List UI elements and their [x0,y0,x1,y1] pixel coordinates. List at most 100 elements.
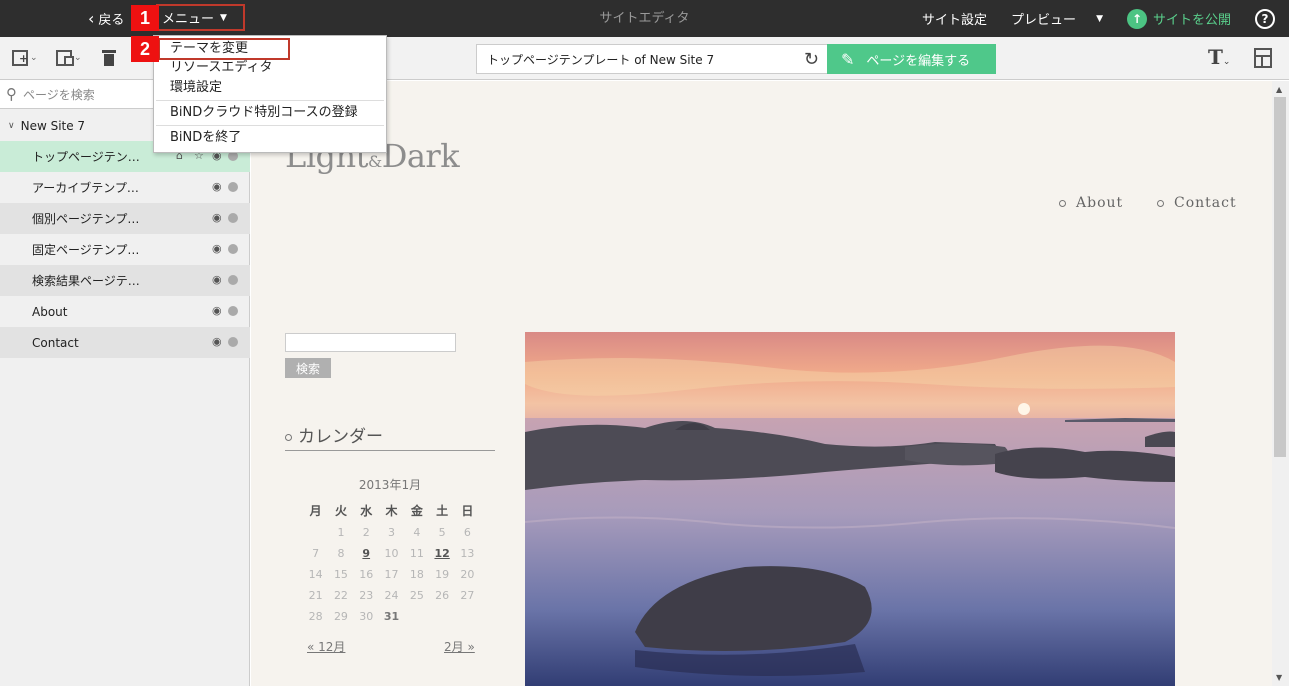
calendar-day: 27 [460,589,475,602]
calendar-day: 19 [435,568,450,581]
page-item-about[interactable]: About ◉ [0,296,250,327]
calendar-day: 4 [413,526,421,539]
status-dot [228,213,238,223]
calendar-day: 16 [359,568,374,581]
calendar-next-link[interactable]: 2月 » [444,638,475,655]
help-icon[interactable]: ? [1255,8,1275,29]
chevron-down-icon: ▼ [220,12,227,23]
reload-icon[interactable]: ↻ [804,49,819,70]
calendar-day: 3 [388,526,396,539]
calendar-day: 23 [359,589,374,602]
page-address-field[interactable]: トップページテンプレート of New Site 7 ↻ [476,44,828,74]
menu-item-resource-editor[interactable]: リソースエディタ [154,59,386,77]
calendar-day: 17 [384,568,399,581]
preview-scrollbar[interactable]: ▲ ▼ [1272,81,1289,686]
calendar-day: 13 [460,547,475,560]
nav-item-contact[interactable]: Contact [1157,195,1237,211]
circle-bullet-icon [285,434,292,441]
site-settings-label: サイト設定 [922,13,988,28]
calendar-heading-text: カレンダー [298,427,383,447]
weekday: 木 [385,504,398,518]
menu-divider [156,100,384,101]
status-dot [228,306,238,316]
menu-item-quit[interactable]: BiNDを終了 [154,127,386,149]
annotation-badge-2: 2 [131,36,159,62]
calendar-day-link[interactable]: 9 [354,543,379,564]
preview-search-input[interactable] [285,333,456,352]
circle-bullet-icon [1059,199,1066,207]
eye-icon[interactable]: ◉ [212,335,222,348]
chevron-down-icon: ⌄ [1222,57,1231,67]
text-icon: T [1208,45,1223,69]
calendar-day: 14 [308,568,323,581]
calendar-prev-link[interactable]: « 12月 [307,638,345,655]
eye-icon[interactable]: ◉ [212,211,222,224]
menu-label: メニュー [162,12,215,27]
page-search-input[interactable]: ⚲ ページを検索 [0,80,160,109]
sunset-seascape-image [525,332,1175,686]
preview-button[interactable]: プレビュー ▼ [1011,9,1103,28]
calendar-day: 8 [337,547,345,560]
circle-bullet-icon [1157,199,1164,207]
scroll-down-icon[interactable]: ▼ [1276,673,1282,682]
nav-contact-label: Contact [1174,195,1237,211]
site-settings-button[interactable]: サイト設定 [922,9,987,28]
weekday: 水 [360,504,373,518]
delete-page-button[interactable] [102,47,116,69]
edit-page-button[interactable]: ✎ ページを編集する [827,44,996,74]
eye-icon[interactable]: ◉ [212,273,222,286]
page-item-fixed[interactable]: 固定ページテンプ… ◉ [0,234,250,265]
layout-icon[interactable] [1254,48,1272,68]
calendar-day: 7 [312,547,320,560]
chevron-left-icon: ‹ [88,8,95,28]
page-item-single[interactable]: 個別ページテンプ… ◉ [0,203,250,234]
chevron-down-icon: ⌄ [74,53,82,63]
add-page-icon: + [12,50,28,66]
top-bar: ‹ 戻る メニュー ▼ サイトエディタ サイト設定 プレビュー ▼ ↑ サイトを… [0,0,1289,37]
calendar-day: 5 [438,526,446,539]
publish-button[interactable]: ↑ サイトを公開 [1126,8,1231,29]
duplicate-icon [56,50,74,66]
calendar-day: 28 [308,610,323,623]
status-dot [228,275,238,285]
edit-page-label: ページを編集する [866,53,971,69]
calendar-day: 21 [308,589,323,602]
menu-item-preferences[interactable]: 環境設定 [154,78,386,98]
weekday: 月 [309,504,322,518]
calendar-day: 24 [384,589,399,602]
scroll-up-icon[interactable]: ▲ [1276,85,1282,94]
calendar-day: 10 [384,547,399,560]
calendar-day [303,522,328,543]
page-preview[interactable]: Light&Dark About Contact 検索 カレンダー 2013年1… [251,81,1272,686]
menu-item-change-theme[interactable]: テーマを変更 [158,38,290,60]
duplicate-page-button[interactable]: ⌄ [56,47,82,69]
nav-about-label: About [1076,195,1124,211]
eye-icon[interactable]: ◉ [212,242,222,255]
chevron-down-icon: ▼ [1096,13,1103,24]
back-button[interactable]: ‹ 戻る [88,0,124,37]
site-name: New Site 7 [20,119,86,133]
pencil-icon: ✎ [841,49,855,69]
eye-icon[interactable]: ◉ [212,180,222,193]
text-style-button[interactable]: T⌄ [1208,45,1230,69]
page-item-archive[interactable]: アーカイブテンプ… ◉ [0,172,250,203]
menu-button[interactable]: メニュー ▼ [156,4,245,31]
logo-ampersand: & [367,152,382,171]
calendar-day: 29 [333,610,348,623]
logo-text-dark: Dark [381,137,460,175]
eye-icon[interactable]: ◉ [212,304,222,317]
weekday: 土 [436,504,449,518]
page-item-search-results[interactable]: 検索結果ページテ… ◉ [0,265,250,296]
calendar-heading: カレンダー [285,419,495,451]
scroll-thumb[interactable] [1274,97,1286,457]
nav-item-about[interactable]: About [1059,195,1123,211]
add-page-button[interactable]: + ⌄ [12,47,38,69]
trash-icon [102,49,116,67]
page-item-contact[interactable]: Contact ◉ [0,327,250,358]
status-dot [228,337,238,347]
calendar-day: 2 [362,526,370,539]
calendar-day-link[interactable]: 12 [429,543,454,564]
status-dot [228,182,238,192]
menu-item-cloud-course[interactable]: BiNDクラウド特別コースの登録 [154,102,386,124]
preview-search-button[interactable]: 検索 [285,358,331,378]
